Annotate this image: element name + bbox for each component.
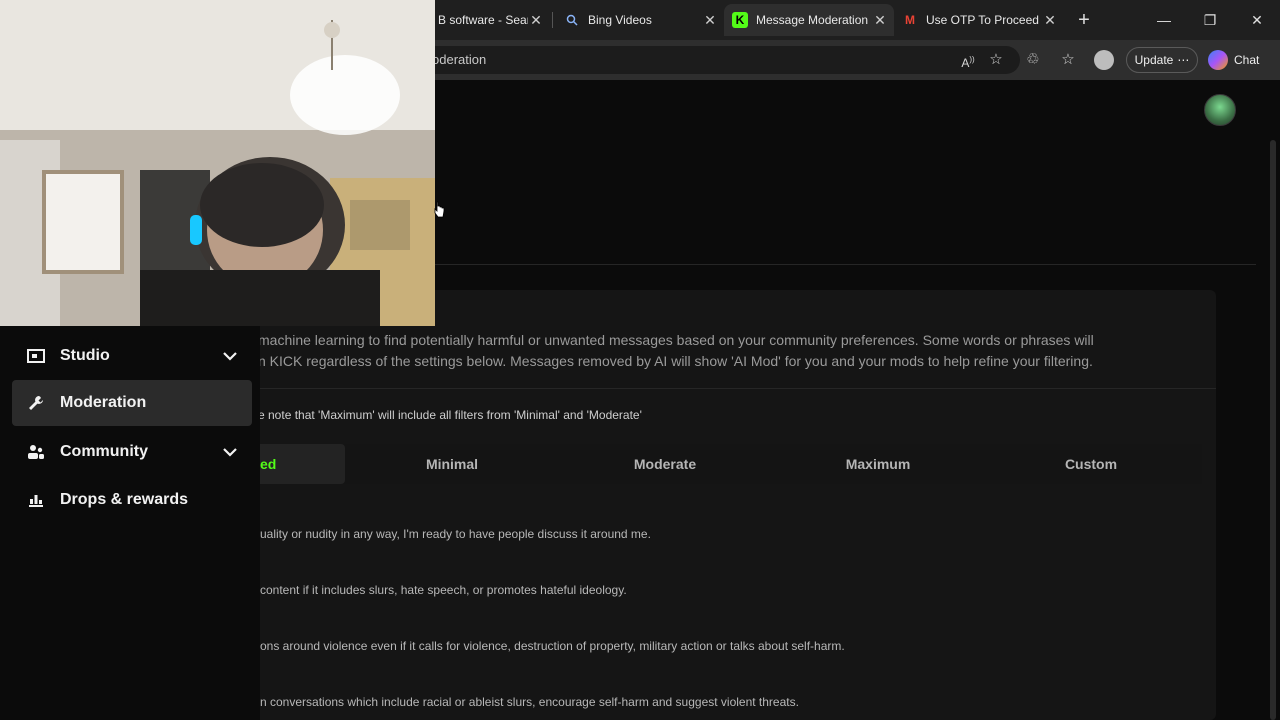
filter-option-description: ons around violence even if it calls for… bbox=[260, 639, 845, 653]
level-option-moderate[interactable]: Moderate bbox=[559, 444, 771, 484]
profile-icon[interactable] bbox=[1094, 50, 1114, 70]
sidebar-item-moderation[interactable]: Moderation bbox=[12, 380, 252, 426]
filter-note: e note that 'Maximum' will include all f… bbox=[258, 408, 642, 422]
divider bbox=[258, 388, 1216, 389]
chevron-down-icon[interactable] bbox=[222, 348, 238, 366]
ai-moderation-description: machine learning to find potentially har… bbox=[258, 330, 1188, 372]
sidebar-item-label: Studio bbox=[60, 347, 110, 364]
tab-use-otp[interactable]: M Use OTP To Proceed ✕ bbox=[894, 4, 1064, 36]
description-line: machine learning to find potentially har… bbox=[258, 332, 1094, 348]
filter-option-description: uality or nudity in any way, I'm ready t… bbox=[260, 527, 651, 541]
sidebar-item-drops-rewards[interactable]: Drops & rewards bbox=[12, 477, 252, 523]
new-tab-icon[interactable]: + bbox=[1072, 8, 1096, 32]
sidebar-item-label: Community bbox=[60, 443, 148, 460]
webcam-overlay bbox=[0, 0, 435, 326]
chat-button[interactable]: Chat bbox=[1208, 47, 1272, 73]
close-window-icon[interactable]: ✕ bbox=[1245, 8, 1269, 32]
close-icon[interactable]: ✕ bbox=[1042, 12, 1058, 29]
sidebar-item-label: Drops & rewards bbox=[60, 491, 189, 508]
avatar[interactable] bbox=[1204, 94, 1236, 126]
community-icon bbox=[26, 442, 46, 462]
tab-bing-videos[interactable]: Bing Videos ✕ bbox=[556, 4, 724, 36]
close-icon[interactable]: ✕ bbox=[528, 12, 544, 29]
favorite-star-icon[interactable]: ☆ bbox=[986, 50, 1006, 70]
description-line: n KICK regardless of the settings below.… bbox=[258, 353, 1093, 369]
minimize-icon[interactable]: — bbox=[1152, 8, 1176, 32]
wrench-icon bbox=[26, 393, 46, 413]
tab-title: Bing Videos bbox=[588, 13, 652, 27]
level-option-custom[interactable]: Custom bbox=[985, 444, 1197, 484]
tab-bing-search[interactable]: B software - Searc ✕ bbox=[430, 4, 550, 36]
tab-title: Message Moderation bbox=[756, 13, 869, 27]
chat-label: Chat bbox=[1234, 53, 1260, 67]
chevron-down-icon[interactable] bbox=[222, 444, 238, 462]
close-icon[interactable]: ✕ bbox=[702, 12, 718, 29]
extensions-icon[interactable]: ♲ bbox=[1023, 50, 1043, 70]
tab-title: B software - Searc bbox=[438, 13, 528, 27]
sidebar-item-community[interactable]: Community bbox=[12, 429, 252, 475]
hand-cursor-icon bbox=[434, 201, 445, 218]
favorites-icon[interactable]: ☆ bbox=[1058, 50, 1078, 70]
sidebar-item-studio[interactable]: Studio bbox=[12, 333, 252, 379]
tab-message-moderation[interactable]: K Message Moderation ✕ bbox=[724, 4, 894, 36]
level-option-selected[interactable]: ed bbox=[258, 444, 345, 484]
restore-icon[interactable]: ❐ bbox=[1198, 8, 1222, 32]
more-icon: ⋯ bbox=[1177, 53, 1190, 67]
filter-level-selector: ed Minimal Moderate Maximum Custom bbox=[258, 444, 1202, 484]
close-icon[interactable]: ✕ bbox=[872, 12, 888, 29]
copilot-icon bbox=[1208, 50, 1228, 70]
filter-option-description: n conversations which include racial or … bbox=[260, 695, 799, 709]
tab-separator bbox=[552, 12, 553, 28]
read-aloud-icon[interactable]: A)) bbox=[958, 50, 978, 70]
level-option-maximum[interactable]: Maximum bbox=[772, 444, 984, 484]
sidebar-item-label: Moderation bbox=[60, 394, 147, 411]
studio-icon bbox=[26, 346, 46, 366]
update-button[interactable]: Update ⋯ bbox=[1126, 47, 1198, 73]
scrollbar[interactable] bbox=[1270, 140, 1276, 720]
kick-icon: K bbox=[732, 12, 748, 28]
level-option-minimal[interactable]: Minimal bbox=[346, 444, 558, 484]
update-label: Update bbox=[1134, 53, 1174, 67]
filter-option-description: content if it includes slurs, hate speec… bbox=[260, 583, 627, 597]
tab-title: Use OTP To Proceed bbox=[926, 13, 1039, 27]
search-icon bbox=[564, 12, 580, 28]
drops-icon bbox=[26, 490, 46, 510]
gmail-icon: M bbox=[905, 13, 915, 27]
address-bar[interactable]: oderation bbox=[420, 46, 1020, 74]
